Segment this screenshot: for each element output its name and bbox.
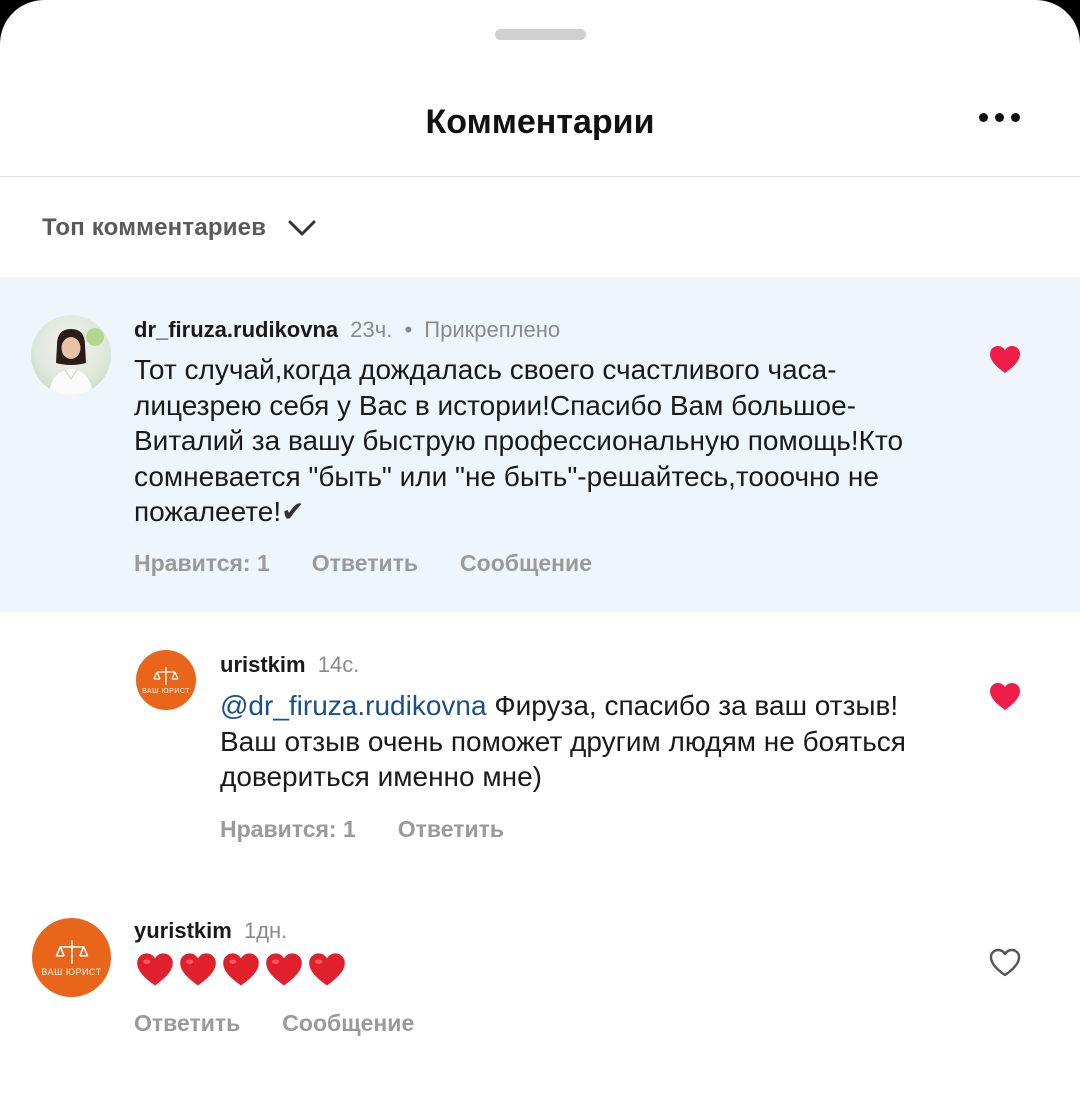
- reply-button[interactable]: Ответить: [398, 816, 504, 843]
- comments-sheet: Комментарии Топ комментариев dr_firuza.r…: [0, 0, 1080, 1100]
- likes-count[interactable]: Нравится: 1: [220, 816, 356, 843]
- avatar[interactable]: ВАШ ЮРИСТ: [136, 650, 196, 710]
- scales-logo: [153, 666, 179, 685]
- likes-count[interactable]: Нравится: 1: [134, 550, 270, 577]
- heart-outline-icon[interactable]: [989, 948, 1021, 978]
- brand-text: ВАШ ЮРИСТ: [142, 687, 190, 695]
- check-mark-emoji: ✔: [281, 496, 305, 527]
- reply-button[interactable]: Ответить: [312, 550, 418, 577]
- pinned-label: Прикреплено: [424, 317, 561, 342]
- drag-handle[interactable]: [495, 29, 586, 40]
- scales-logo: [55, 939, 88, 964]
- avatar[interactable]: [31, 315, 111, 395]
- username[interactable]: uristkim: [220, 652, 306, 677]
- separator-dot: •: [404, 317, 413, 342]
- sort-dropdown[interactable]: Топ комментариев: [42, 210, 316, 246]
- header-divider: [0, 176, 1080, 177]
- red-heart-emoji: [266, 953, 302, 986]
- reply-button[interactable]: Ответить: [134, 1010, 240, 1037]
- red-heart-emoji: [137, 953, 173, 986]
- red-heart-emoji: [180, 953, 216, 986]
- profile-photo: [49, 328, 104, 395]
- comment-actions: Нравится: 1 Ответить: [220, 816, 546, 843]
- comment-reply: ВАШ ЮРИСТ uristkim 14с. @dr_firuza.rudik…: [0, 612, 1080, 882]
- message-button[interactable]: Сообщение: [282, 1010, 414, 1037]
- chevron-down-icon: [288, 220, 316, 236]
- username[interactable]: dr_firuza.rudikovna: [134, 317, 338, 342]
- comment-actions: Нравится: 1 Ответить Сообщение: [134, 550, 634, 577]
- comment-text: @dr_firuza.rudikovna Фируза, спасибо за …: [220, 688, 910, 795]
- comment: ВАШ ЮРИСТ yuristkim 1дн. Ответить Сообще…: [0, 882, 1080, 1080]
- heart-filled-icon[interactable]: [989, 345, 1021, 375]
- comment-meta: uristkim 14с.: [220, 652, 359, 678]
- mention-link[interactable]: @dr_firuza.rudikovna: [220, 690, 487, 721]
- username[interactable]: yuristkim: [134, 918, 232, 943]
- red-heart-emoji: [309, 953, 345, 986]
- header: Комментарии: [0, 85, 1080, 175]
- comment-body: Тот случай,когда дождалась своего счастл…: [134, 354, 904, 527]
- heart-filled-icon[interactable]: [989, 682, 1021, 712]
- comment-actions: Ответить Сообщение: [134, 1010, 456, 1037]
- message-button[interactable]: Сообщение: [460, 550, 592, 577]
- comment-pinned: dr_firuza.rudikovna 23ч. • Прикреплено Т…: [0, 277, 1080, 612]
- sort-label: Топ комментариев: [42, 214, 267, 241]
- red-heart-emoji: [223, 953, 259, 986]
- page-title: Комментарии: [425, 103, 655, 141]
- comment-text: [136, 952, 346, 988]
- avatar[interactable]: ВАШ ЮРИСТ: [32, 918, 111, 997]
- comment-text: Тот случай,когда дождалась своего счастл…: [134, 352, 934, 530]
- comment-meta: dr_firuza.rudikovna 23ч. • Прикреплено: [134, 317, 560, 343]
- timestamp: 14с.: [317, 652, 360, 677]
- timestamp: 23ч.: [350, 317, 393, 342]
- comment-meta: yuristkim 1дн.: [134, 918, 287, 944]
- timestamp: 1дн.: [243, 918, 288, 943]
- more-icon[interactable]: [979, 113, 1020, 122]
- brand-text: ВАШ ЮРИСТ: [41, 966, 102, 977]
